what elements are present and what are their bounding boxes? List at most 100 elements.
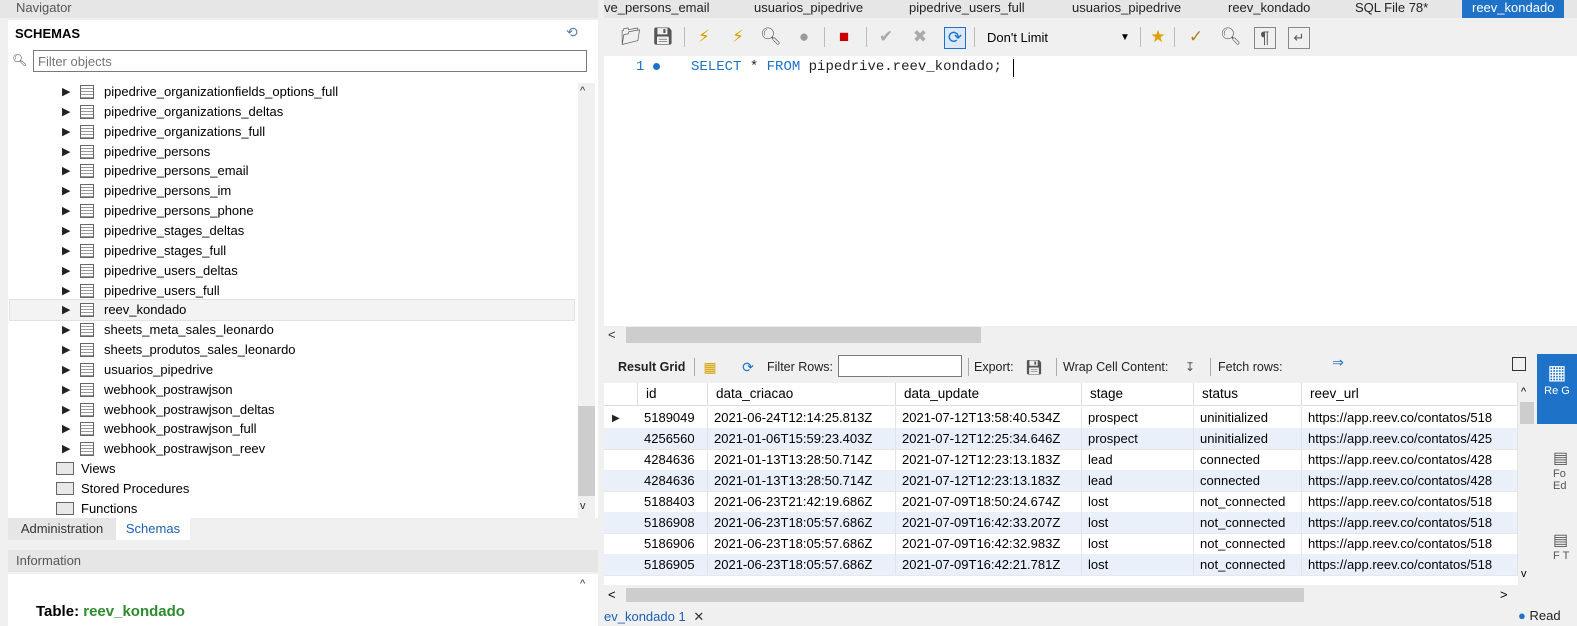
expand-arrow-icon[interactable]: ▶ bbox=[62, 439, 70, 459]
expand-arrow-icon[interactable]: ▶ bbox=[62, 419, 70, 439]
grid-vscrollbar-thumb[interactable] bbox=[1520, 402, 1534, 424]
scroll-up-icon[interactable]: ^ bbox=[1521, 386, 1526, 398]
grid-cell[interactable]: https://app.reev.co/contatos/518 bbox=[1302, 407, 1518, 428]
editor-tab[interactable]: SQL File 78* bbox=[1355, 0, 1428, 18]
table-row[interactable]: 4284636 2021-01-13T13:28:50.714Z 2021-07-1… bbox=[604, 470, 1518, 492]
grid-icon[interactable]: ▦ bbox=[700, 357, 720, 377]
tree-folder-item[interactable]: Views bbox=[10, 459, 574, 479]
tree-table-item[interactable]: ▶ pipedrive_persons bbox=[10, 142, 574, 162]
open-folder-icon[interactable]: 📁︎ bbox=[620, 27, 642, 47]
grid-cell[interactable]: 5186905 bbox=[638, 554, 708, 575]
tree-scrollbar-thumb[interactable] bbox=[578, 406, 595, 496]
grid-hscrollbar-thumb[interactable] bbox=[626, 588, 1304, 602]
wrap-lines-icon[interactable]: ↵ bbox=[1288, 27, 1310, 49]
grid-column-header[interactable]: reev_url bbox=[1302, 383, 1518, 405]
invisible-chars-icon[interactable]: ¶ bbox=[1254, 27, 1276, 49]
sql-statement[interactable]: SELECT * FROM pipedrive.reev_kondado; bbox=[691, 59, 1002, 75]
save-icon[interactable]: 💾︎ bbox=[652, 27, 674, 47]
grid-cell[interactable]: https://app.reev.co/contatos/518 bbox=[1302, 491, 1518, 512]
grid-cell[interactable]: 2021-07-09T16:42:21.781Z bbox=[896, 554, 1082, 575]
tree-table-item[interactable]: ▶ webhook_postrawjson_deltas bbox=[10, 400, 574, 420]
grid-cell[interactable]: 2021-06-23T18:05:57.686Z bbox=[708, 554, 896, 575]
grid-cell[interactable]: 2021-06-23T21:42:19.686Z bbox=[708, 491, 896, 512]
sql-editor[interactable] bbox=[604, 56, 1577, 326]
expand-arrow-icon[interactable]: ▶ bbox=[62, 300, 70, 320]
grid-cell[interactable]: lost bbox=[1082, 554, 1194, 575]
grid-cell[interactable]: 2021-07-12T12:23:13.183Z bbox=[896, 470, 1082, 491]
fetch-rows-icon[interactable]: ⇒ bbox=[1328, 352, 1348, 372]
filter-rows-input[interactable] bbox=[838, 355, 962, 377]
expand-arrow-icon[interactable]: ▶ bbox=[62, 122, 70, 142]
tree-table-item[interactable]: ▶ pipedrive_organizations_full bbox=[10, 122, 574, 142]
result-grid-side-button[interactable]: ▦ Re G bbox=[1537, 354, 1577, 424]
tree-table-item[interactable]: ▶ pipedrive_organizationfields_options_fu… bbox=[10, 82, 574, 102]
wrap-cell-icon[interactable]: ↧ bbox=[1180, 357, 1200, 377]
grid-cell[interactable]: 2021-01-13T13:28:50.714Z bbox=[708, 449, 896, 470]
expand-arrow-icon[interactable]: ▶ bbox=[62, 201, 70, 221]
tree-table-item[interactable]: ▶ usuarios_pipedrive bbox=[10, 360, 574, 380]
filter-objects-input[interactable] bbox=[34, 51, 586, 71]
tree-table-item[interactable]: ▶ pipedrive_organizations_deltas bbox=[10, 102, 574, 122]
grid-cell[interactable]: not_connected bbox=[1194, 491, 1302, 512]
autocommit-icon[interactable]: ⟳ bbox=[944, 27, 966, 49]
grid-cell[interactable]: 2021-01-06T15:59:23.403Z bbox=[708, 428, 896, 449]
grid-cell[interactable]: 2021-07-12T12:25:34.646Z bbox=[896, 428, 1082, 449]
grid-cell[interactable]: 4284636 bbox=[638, 449, 708, 470]
stop-icon[interactable]: ● bbox=[794, 27, 814, 47]
grid-cell[interactable]: lead bbox=[1082, 449, 1194, 470]
tree-folder-item[interactable]: Functions bbox=[10, 499, 574, 519]
editor-tab[interactable]: reev_kondado bbox=[1228, 0, 1310, 18]
tree-table-item[interactable]: ▶ pipedrive_users_full bbox=[10, 281, 574, 301]
close-icon[interactable]: ✕ bbox=[693, 609, 704, 624]
scroll-up-icon[interactable]: ^ bbox=[580, 578, 585, 590]
tree-table-item[interactable]: ▶ webhook_postrawjson_reev bbox=[10, 439, 574, 459]
refresh-icon[interactable]: ⟲ bbox=[566, 24, 582, 40]
tree-table-item[interactable]: ▶ webhook_postrawjson_full bbox=[10, 419, 574, 439]
grid-cell[interactable]: 2021-07-09T16:42:32.983Z bbox=[896, 533, 1082, 554]
expand-arrow-icon[interactable]: ▶ bbox=[62, 161, 70, 181]
grid-cell[interactable]: 2021-06-24T12:14:25.813Z bbox=[708, 407, 896, 428]
editor-tab-active[interactable]: reev_kondado bbox=[1462, 0, 1565, 18]
export-icon[interactable]: 💾︎ bbox=[1024, 357, 1044, 377]
grid-cell[interactable]: connected bbox=[1194, 470, 1302, 491]
tab-schemas[interactable]: Schemas bbox=[116, 518, 190, 540]
grid-cell[interactable]: https://app.reev.co/contatos/518 bbox=[1302, 554, 1518, 575]
grid-cell[interactable]: 2021-06-23T18:05:57.686Z bbox=[708, 533, 896, 554]
grid-cell[interactable]: 4256560 bbox=[638, 428, 708, 449]
grid-cell[interactable]: lost bbox=[1082, 533, 1194, 554]
beautify-icon[interactable]: ✓ bbox=[1186, 27, 1206, 47]
grid-cell[interactable]: https://app.reev.co/contatos/428 bbox=[1302, 470, 1518, 491]
editor-tab[interactable]: pipedrive_users_full bbox=[909, 0, 1025, 18]
grid-column-header[interactable]: status bbox=[1194, 383, 1302, 405]
tree-table-item[interactable]: ▶ pipedrive_persons_phone bbox=[10, 201, 574, 221]
grid-column-header[interactable]: id bbox=[638, 383, 708, 405]
grid-cell[interactable]: uninitialized bbox=[1194, 407, 1302, 428]
toggle-error-icon[interactable]: ■ bbox=[834, 27, 854, 47]
grid-column-header[interactable]: stage bbox=[1082, 383, 1194, 405]
expand-arrow-icon[interactable]: ▶ bbox=[62, 142, 70, 162]
tree-table-item[interactable]: ▶ pipedrive_stages_full bbox=[10, 241, 574, 261]
expand-arrow-icon[interactable]: ▶ bbox=[62, 320, 70, 340]
tab-administration[interactable]: Administration bbox=[8, 518, 116, 540]
grid-cell[interactable]: 5186906 bbox=[638, 533, 708, 554]
grid-column-header[interactable]: data_update bbox=[896, 383, 1082, 405]
execute-icon[interactable]: ⚡︎ bbox=[694, 27, 714, 47]
filter-objects-field[interactable] bbox=[33, 50, 587, 72]
grid-cell[interactable]: not_connected bbox=[1194, 554, 1302, 575]
table-row[interactable]: 5186906 2021-06-23T18:05:57.686Z 2021-07-0… bbox=[604, 533, 1518, 555]
grid-cell[interactable]: not_connected bbox=[1194, 512, 1302, 533]
expand-arrow-icon[interactable]: ▶ bbox=[62, 221, 70, 241]
panel-toggle-icon[interactable] bbox=[1512, 357, 1526, 371]
tree-table-item[interactable]: ▶ pipedrive_users_deltas bbox=[10, 261, 574, 281]
table-row[interactable]: 4284636 2021-01-13T13:28:50.714Z 2021-07-1… bbox=[604, 449, 1518, 471]
expand-arrow-icon[interactable]: ▶ bbox=[62, 102, 70, 122]
tree-table-item[interactable]: ▶ sheets_meta_sales_leonardo bbox=[10, 320, 574, 340]
limit-rows-select[interactable]: Don't Limit bbox=[980, 27, 1140, 49]
grid-cell[interactable]: lead bbox=[1082, 470, 1194, 491]
expand-arrow-icon[interactable]: ▶ bbox=[62, 241, 70, 261]
grid-cell[interactable]: 5188403 bbox=[638, 491, 708, 512]
grid-cell[interactable]: uninitialized bbox=[1194, 428, 1302, 449]
field-types-side-button[interactable]: ▤ F T bbox=[1553, 530, 1577, 562]
bookmark-icon[interactable]: ★ bbox=[1148, 27, 1168, 47]
grid-cell[interactable]: lost bbox=[1082, 512, 1194, 533]
